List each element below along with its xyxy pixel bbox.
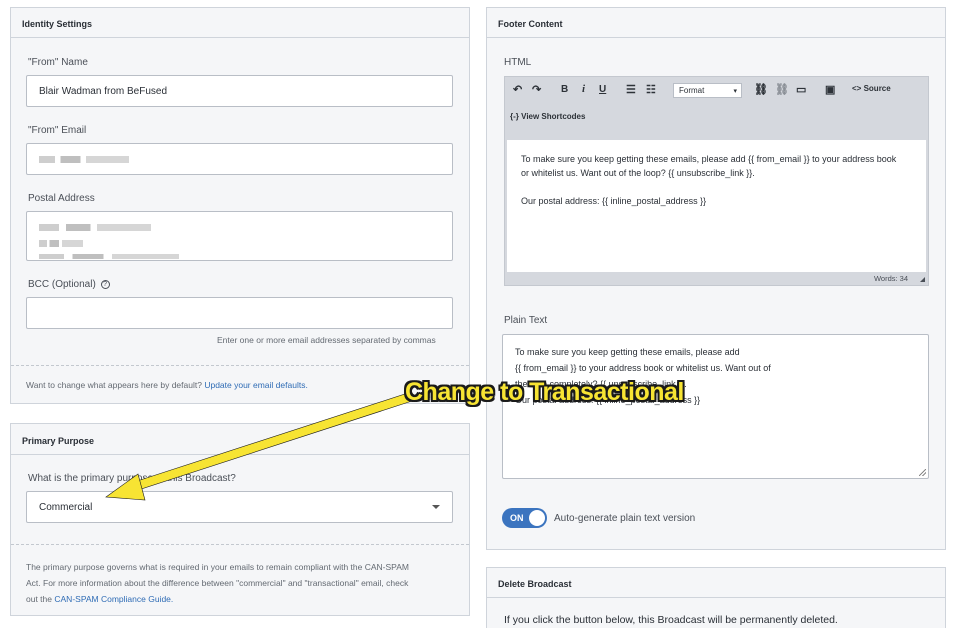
plain-text-line1: To make sure you keep getting these emai… <box>515 347 740 357</box>
redacted-address-line1 <box>39 224 151 231</box>
primary-purpose-panel: Primary Purpose What is the primary purp… <box>10 423 470 616</box>
save-icon[interactable]: ▣ <box>825 83 835 96</box>
can-spam-guide-link[interactable]: CAN-SPAM Compliance Guide. <box>54 594 173 604</box>
purpose-info-line1: The primary purpose governs what is requ… <box>26 562 409 572</box>
purpose-info-line2: Act. For more information about the diff… <box>26 578 409 588</box>
source-button[interactable]: <> Source <box>852 84 891 93</box>
defaults-note: Want to change what appears here by defa… <box>26 380 308 390</box>
redacted-email <box>39 155 129 163</box>
link-icon[interactable]: ⛓ <box>754 83 768 96</box>
purpose-selected-value: Commercial <box>39 501 93 513</box>
purpose-select[interactable]: Commercial <box>26 491 453 523</box>
view-shortcodes-label: View Shortcodes <box>521 112 586 121</box>
bcc-hint: Enter one or more email addresses separa… <box>217 335 436 345</box>
purpose-info: The primary purpose governs what is requ… <box>26 559 458 607</box>
html-text-line1: To make sure you keep getting these emai… <box>521 154 897 164</box>
html-text-line3: Our postal address: {{ inline_postal_add… <box>521 196 707 206</box>
purpose-info-text: out the <box>26 594 52 604</box>
redacted-address-line3 <box>39 254 179 259</box>
resize-handle-icon[interactable] <box>919 469 926 476</box>
italic-icon[interactable]: i <box>582 83 585 95</box>
footer-content-panel: Footer Content HTML ↶ ↷ B i U ☰ ☷ Format… <box>486 7 946 550</box>
source-label: Source <box>863 84 891 93</box>
bcc-input[interactable] <box>26 297 453 329</box>
code-icon: <> <box>852 84 862 93</box>
bcc-label-text: BCC (Optional) <box>28 279 96 290</box>
delete-broadcast-panel: Delete Broadcast If you click the button… <box>486 567 946 628</box>
delete-broadcast-text: If you click the button below, this Broa… <box>504 614 838 626</box>
toggle-on-label: ON <box>510 513 524 523</box>
numbered-list-icon[interactable]: ☷ <box>646 83 656 96</box>
annotation-label: Change to Transactional <box>405 378 684 406</box>
delete-broadcast-title: Delete Broadcast <box>487 568 945 598</box>
purpose-question: What is the primary purpose of this Broa… <box>28 473 236 484</box>
purpose-info-line3: out the CAN-SPAM Compliance Guide. <box>26 591 458 607</box>
divider <box>11 544 469 545</box>
shortcode-icon: {-} <box>510 112 519 121</box>
autogen-toggle[interactable]: ON <box>502 508 547 528</box>
bullet-list-icon[interactable]: ☰ <box>626 83 636 96</box>
postal-address-label: Postal Address <box>28 193 95 204</box>
resize-handle-icon[interactable] <box>920 277 925 282</box>
postal-address-textarea[interactable] <box>26 211 453 261</box>
from-email-label: "From" Email <box>28 125 87 136</box>
unlink-icon[interactable]: ⛓ <box>775 83 789 96</box>
help-circle-icon[interactable]: ? <box>100 280 110 289</box>
format-select-label: Format <box>679 86 705 95</box>
html-editor: ↶ ↷ B i U ☰ ☷ Format ▾ ⛓ ⛓ ▭ ▣ <> Source… <box>504 76 929 286</box>
footer-content-title: Footer Content <box>487 8 945 38</box>
underline-icon[interactable]: U <box>599 84 606 95</box>
comment-icon[interactable]: ▭ <box>796 83 806 96</box>
update-defaults-link[interactable]: Update your email defaults. <box>204 380 307 390</box>
html-label: HTML <box>504 57 532 68</box>
from-email-input[interactable] <box>26 143 453 175</box>
dropdown-caret-icon <box>432 505 440 509</box>
bcc-label: BCC (Optional) ? <box>28 279 110 290</box>
from-name-label: "From" Name <box>28 57 88 68</box>
bold-icon[interactable]: B <box>561 84 568 95</box>
word-count: Words: 34 <box>873 274 908 283</box>
defaults-text: Want to change what appears here by defa… <box>26 380 202 390</box>
redacted-address-line2 <box>39 240 83 247</box>
undo-icon[interactable]: ↶ <box>513 83 522 96</box>
html-edit-area[interactable]: To make sure you keep getting these emai… <box>507 140 926 272</box>
toggle-knob <box>529 510 545 526</box>
autogen-label: Auto-generate plain text version <box>554 513 696 524</box>
plain-text-line2: {{ from_email }} to your address book or… <box>515 363 771 373</box>
identity-settings-title: Identity Settings <box>11 8 469 38</box>
divider <box>11 365 469 366</box>
format-select[interactable]: Format ▾ <box>673 83 742 98</box>
from-name-input[interactable]: Blair Wadman from BeFused <box>26 75 453 107</box>
redo-icon[interactable]: ↷ <box>532 83 541 96</box>
plain-text-label: Plain Text <box>504 315 548 326</box>
format-caret-icon: ▾ <box>733 88 737 95</box>
html-text-line2: or whitelist us. Want out of the loop? {… <box>521 168 755 178</box>
primary-purpose-title: Primary Purpose <box>11 424 469 455</box>
identity-settings-panel: Identity Settings "From" Name Blair Wadm… <box>10 7 470 404</box>
view-shortcodes-button[interactable]: {-} View Shortcodes <box>510 112 585 121</box>
